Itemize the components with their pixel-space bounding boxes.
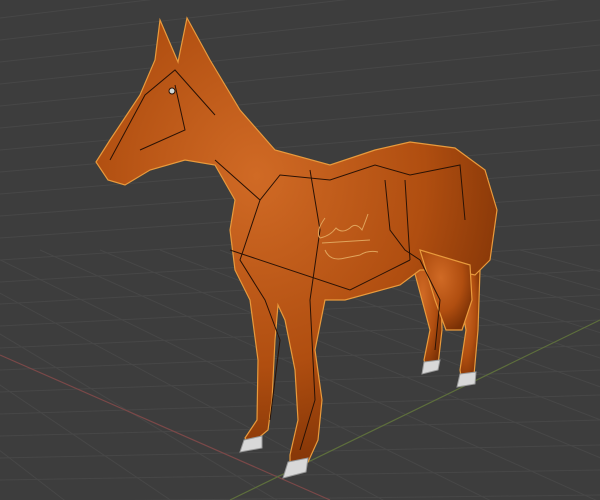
grid-line [0,0,560,63]
grid-line [519,249,600,273]
grid-line [459,249,600,291]
grid-line [0,69,600,129]
grid-line [0,94,600,151]
x-axis-line [0,354,331,500]
grid-line [0,384,172,500]
grid-line [0,0,348,41]
3d-viewport[interactable] [0,0,600,500]
grid-line [0,0,153,19]
grid-line [0,44,600,107]
viewport-canvas[interactable] [0,0,600,500]
grid-line [128,494,600,500]
